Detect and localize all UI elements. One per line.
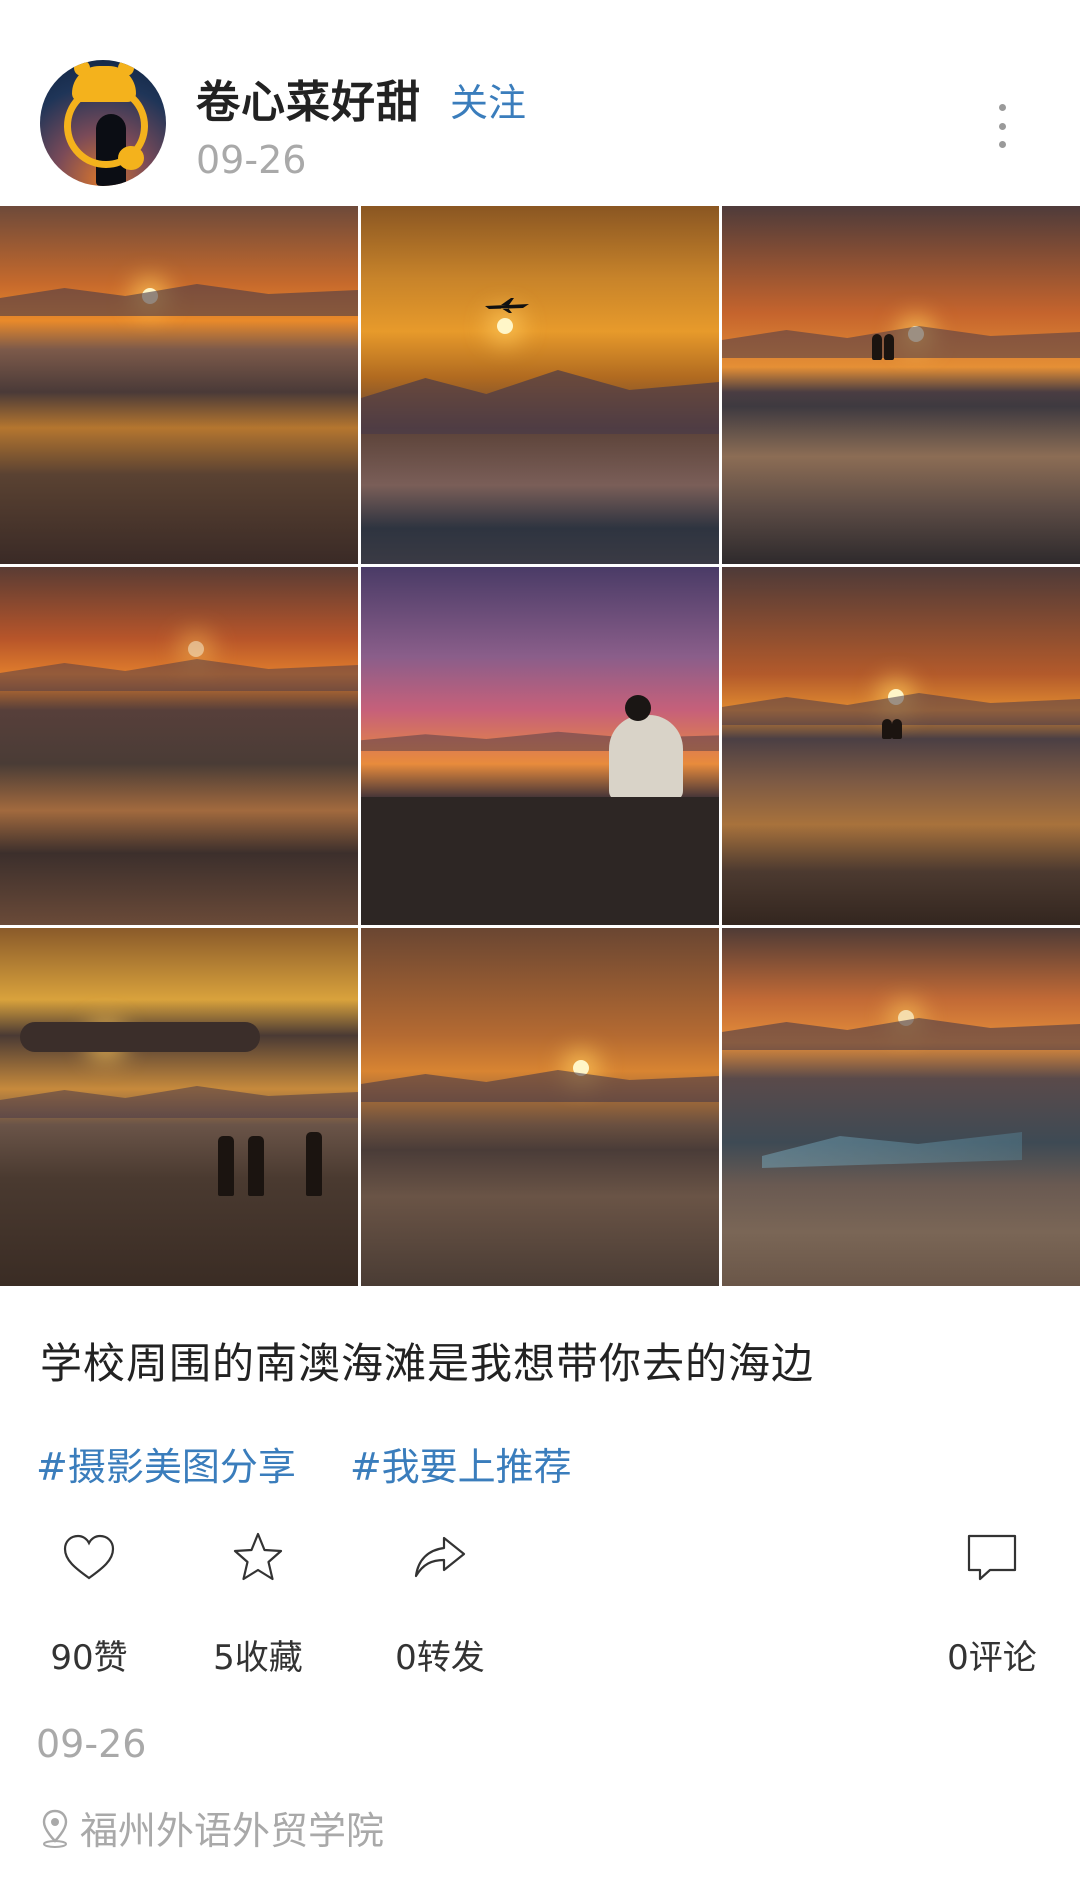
photo-8[interactable] [361, 928, 719, 1286]
comment-count: 0评论 [947, 1638, 1037, 1678]
photo-1[interactable] [0, 206, 358, 564]
photo-6[interactable] [722, 567, 1080, 925]
action-bar: 90赞 5收藏 0转发 0评论 [0, 1530, 1080, 1710]
more-options-icon[interactable] [990, 104, 1014, 148]
like-button[interactable]: 90赞 [44, 1530, 134, 1679]
follow-button[interactable]: 关注 [450, 72, 526, 127]
comment-button[interactable]: 0评论 [942, 1530, 1042, 1679]
photo-5[interactable] [361, 567, 719, 925]
photo-9[interactable] [722, 928, 1080, 1286]
tag-link[interactable]: #我要上推荐 [350, 1436, 572, 1491]
footer-date: 09-26 [36, 1722, 147, 1766]
favorite-button[interactable]: 5收藏 [208, 1530, 308, 1679]
photo-grid [0, 206, 1080, 1286]
photo-7[interactable] [0, 928, 358, 1286]
avatar-paw-decoration [118, 146, 144, 170]
post-header: 卷心菜好甜 关注 09-26 [0, 0, 1080, 206]
favorite-count: 5收藏 [213, 1638, 303, 1678]
photo-2[interactable] [361, 206, 719, 564]
location-link[interactable]: 福州外语外贸学院 [40, 1800, 384, 1855]
share-count: 0转发 [395, 1638, 485, 1678]
post-caption: 学校周围的南澳海滩是我想带你去的海边 [40, 1339, 815, 1388]
photo-4[interactable] [0, 567, 358, 925]
location-pin-icon [42, 1809, 68, 1848]
star-icon [233, 1532, 283, 1581]
username[interactable]: 卷心菜好甜 [196, 66, 421, 130]
post-date: 09-26 [196, 138, 307, 182]
comment-bubble-icon [967, 1534, 1017, 1581]
like-count: 90赞 [50, 1638, 128, 1678]
share-button[interactable]: 0转发 [390, 1530, 490, 1679]
tag-link[interactable]: #摄影美图分享 [36, 1436, 296, 1491]
location-label: 福州外语外贸学院 [80, 1809, 385, 1853]
avatar-tiger-decoration [72, 60, 136, 102]
share-arrow-icon [414, 1536, 466, 1578]
avatar[interactable] [40, 60, 166, 186]
photo-3[interactable] [722, 206, 1080, 564]
heart-icon [63, 1534, 115, 1580]
tag-list: #摄影美图分享 #我要上推荐 [36, 1436, 572, 1491]
